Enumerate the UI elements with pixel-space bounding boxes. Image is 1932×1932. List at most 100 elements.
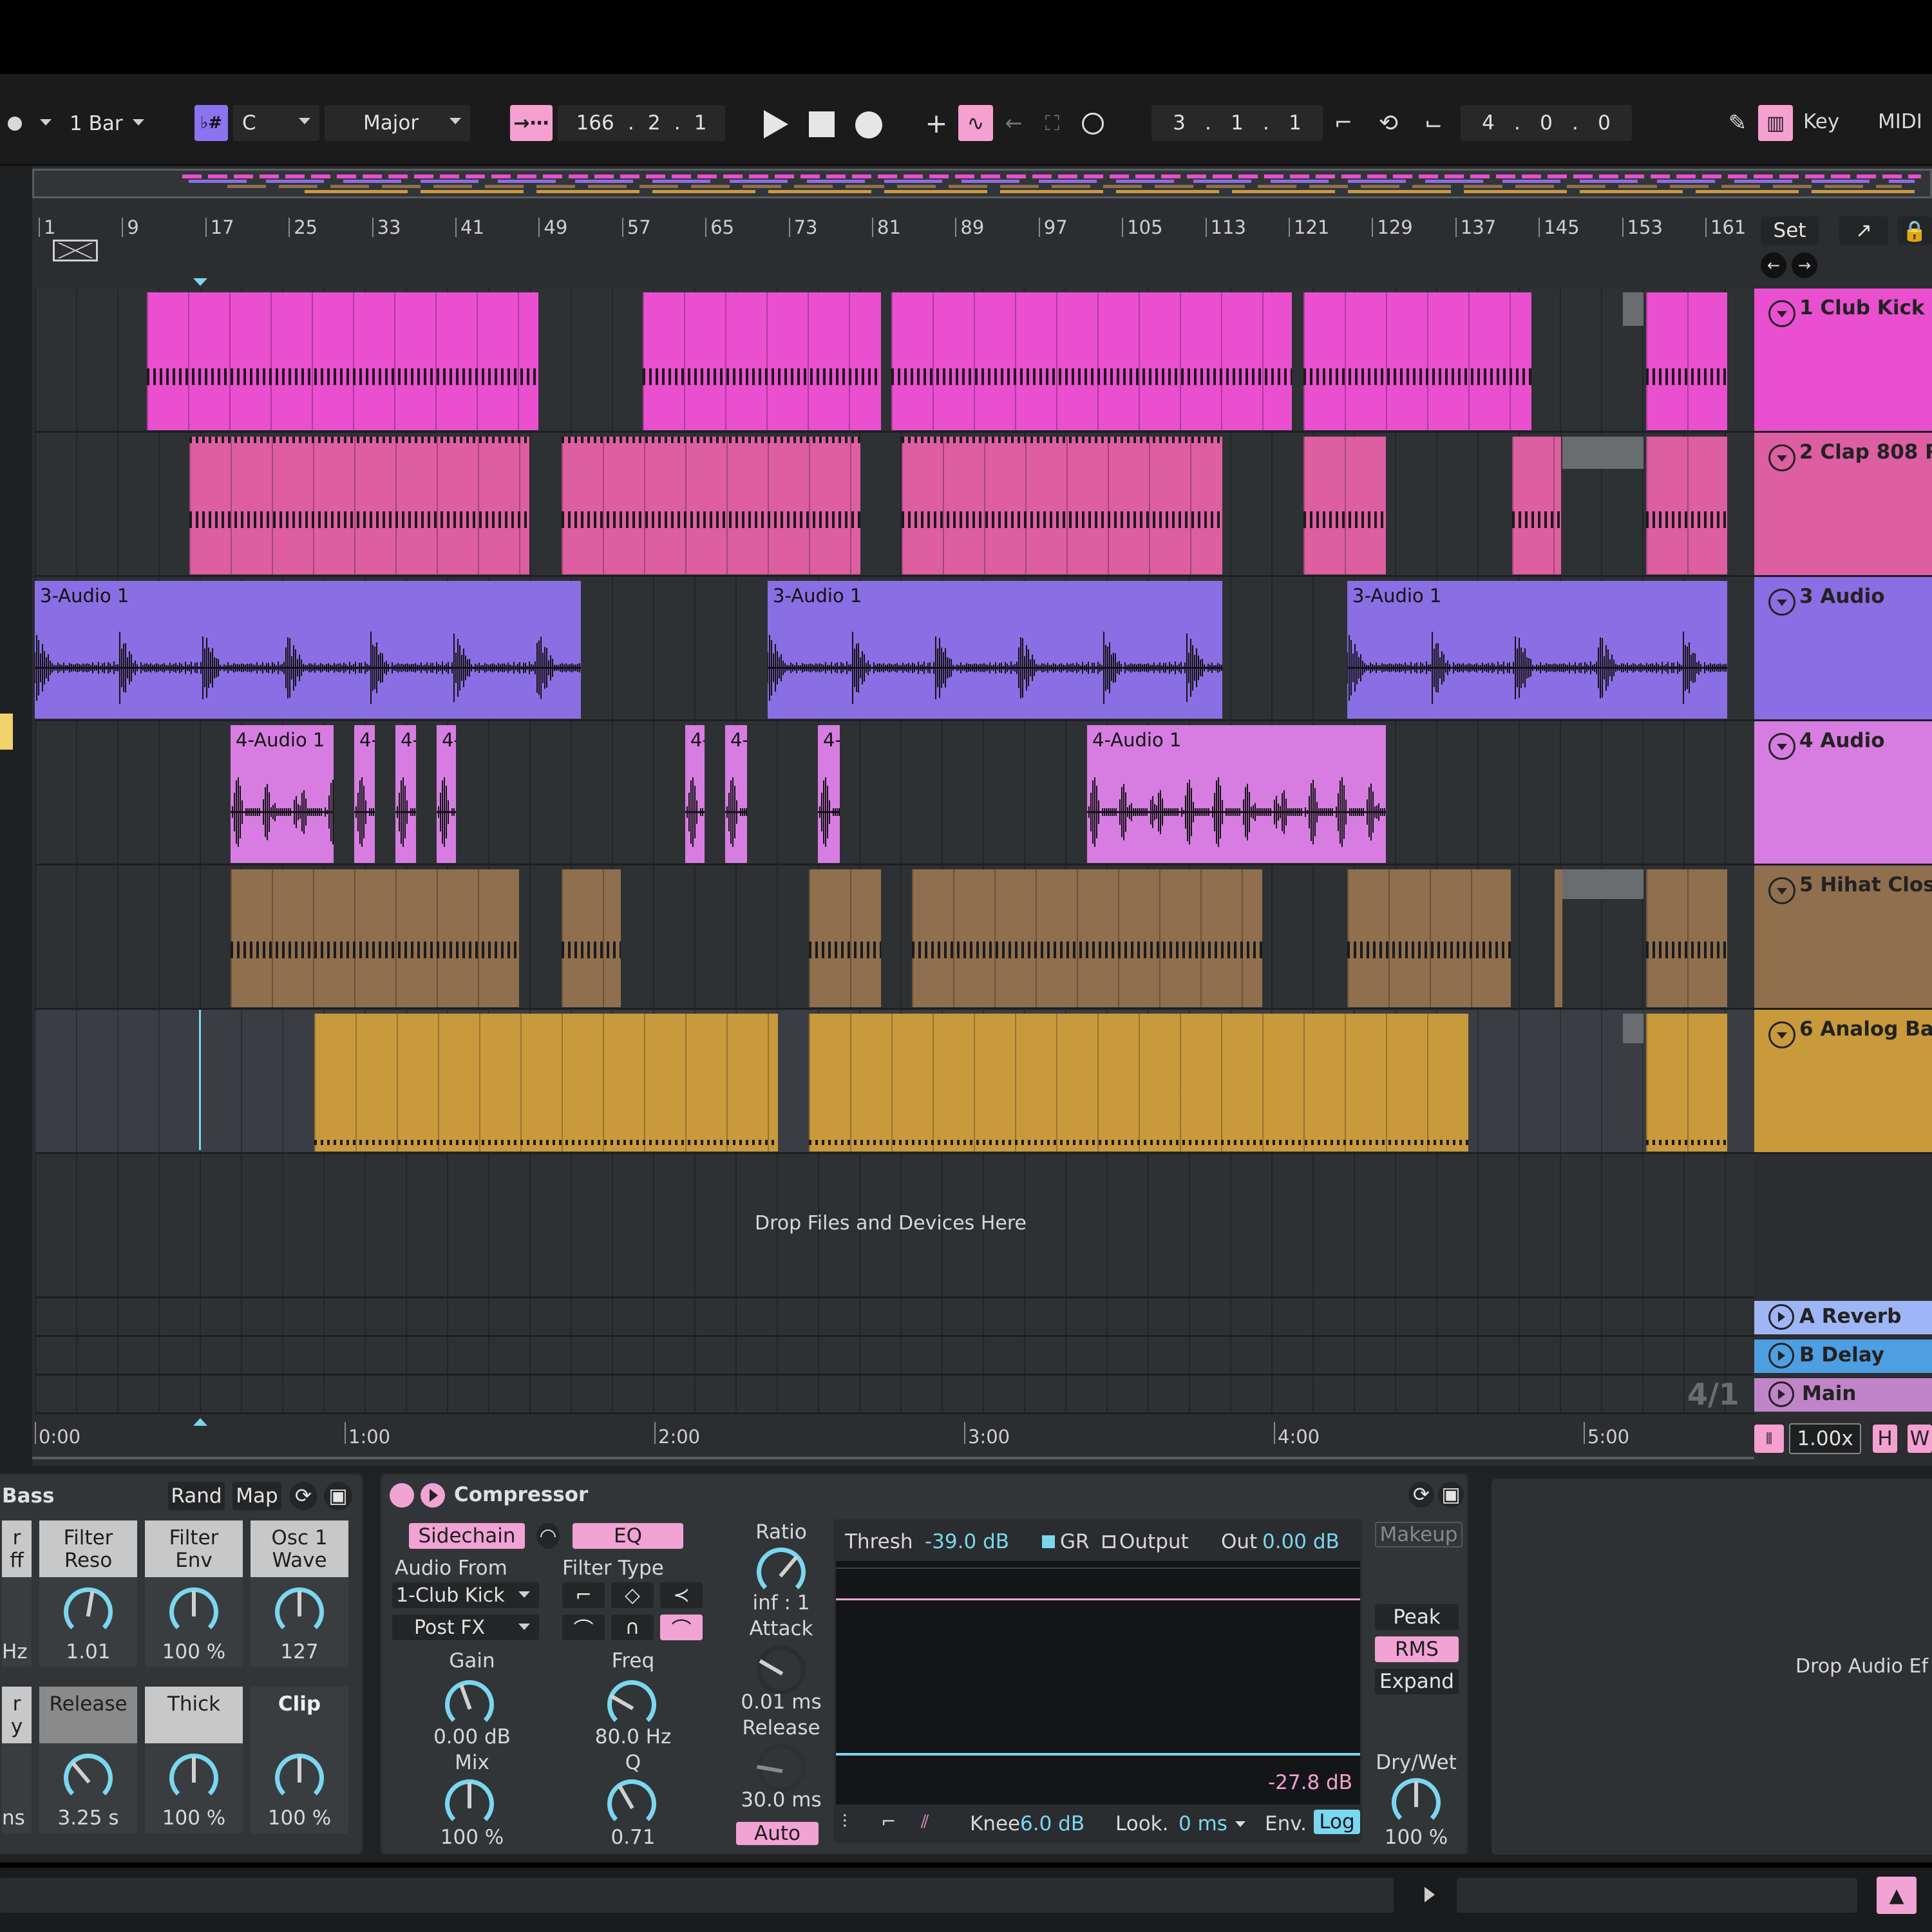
fold-icon[interactable] [1768,589,1795,616]
expand-mode-button[interactable]: Expand [1375,1669,1459,1694]
loop-length-display[interactable]: 4. 0. 0 [1461,105,1632,141]
fold-icon[interactable] [1768,877,1795,904]
midi-clip[interactable] [314,1014,778,1151]
macro-filter-env[interactable]: Filter Env 100 % [145,1520,243,1667]
track-header-3[interactable]: 3 Audio [1754,577,1932,721]
record-toggle-icon[interactable] [0,114,24,133]
lowshelf-filter-icon[interactable]: ⌒ [562,1615,605,1642]
midi-clip[interactable] [891,292,1292,430]
time-ruler[interactable]: 0:00 1:00 2:00 3:00 4:00 5:00 [32,1414,1754,1459]
clip-knob[interactable] [275,1754,324,1803]
sidechain-toggle[interactable]: Sidechain [409,1523,525,1549]
midi-clip[interactable] [1646,1014,1727,1151]
midi-clip[interactable] [1555,869,1562,1007]
midi-clip[interactable] [231,869,519,1007]
peak-mode-button[interactable]: Peak [1375,1604,1459,1630]
computer-midi-keyboard-icon[interactable]: ▥ [1758,105,1793,141]
ratio-knob[interactable] [757,1548,806,1596]
punch-out-icon[interactable]: ⌙ [1416,105,1452,141]
sharp-flat-icon[interactable]: ♭# [194,105,228,141]
waveform-zoom-icon[interactable]: ⫴ [1754,1425,1784,1453]
track-header-5[interactable]: 5 Hihat Close [1754,866,1932,1010]
midi-clip[interactable] [1303,292,1531,430]
fold-icon[interactable] [1768,1381,1794,1407]
device-power-icon[interactable] [390,1483,414,1508]
audio-clip[interactable]: 4-Audio 1 [1087,725,1386,863]
overview-strip[interactable] [32,169,1932,198]
capture-icon[interactable]: ⛶ [1038,105,1066,141]
audio-clip[interactable]: 4-Audio 1 [231,725,334,863]
set-locator-button[interactable]: Set [1761,216,1819,245]
release-knob[interactable] [64,1754,113,1803]
record-icon[interactable] [855,111,882,138]
midi-clip[interactable] [1512,437,1561,574]
gr-checkbox[interactable] [1042,1535,1055,1548]
highpass-filter-icon[interactable]: ⌐ [562,1582,605,1608]
save-icon[interactable]: ▣ [1438,1482,1464,1508]
thick-knob[interactable] [169,1754,218,1803]
audio-clip[interactable]: 4- [818,725,840,863]
transfer-display[interactable]: Thresh -39.0 dB GR Output Out 0.00 dB -2… [834,1519,1362,1843]
scale-select[interactable]: Major [325,105,470,141]
edit-icon[interactable]: ↗ [1839,216,1888,245]
macro-5[interactable]: r y ns [2,1687,32,1833]
chevron-down-icon[interactable] [40,119,52,126]
macro-filter-reso[interactable]: Filter Reso 1.01 [39,1520,137,1667]
bar-ruler[interactable]: 1 9 17 25 33 41 49 57 65 73 81 89 97 105 113 121 129 137 1… [32,204,1754,268]
filter-env-knob[interactable] [169,1587,218,1636]
add-icon[interactable]: + [922,105,951,141]
fold-icon[interactable] [1768,300,1795,327]
release-knob[interactable] [757,1743,806,1792]
q-knob[interactable] [607,1779,656,1828]
macro-osc-wave[interactable]: Osc 1 Wave 127 [251,1520,348,1667]
track-header-2[interactable]: 2 Clap 808 Re [1754,433,1932,577]
output-checkbox[interactable] [1103,1535,1115,1548]
audio-clip[interactable]: 4- [354,725,375,863]
audio-from-select[interactable]: 1-Club Kick [392,1582,539,1608]
chevron-down-icon[interactable] [1235,1821,1245,1827]
audio-clip[interactable]: 4- [395,725,416,863]
audio-clip[interactable]: 4- [685,725,705,863]
auto-release-toggle[interactable]: Auto [736,1822,819,1845]
osc-wave-knob[interactable] [275,1587,324,1636]
lowpass-filter-icon[interactable]: ⌒ [660,1615,703,1642]
disabled-clip[interactable] [1623,292,1643,326]
audio-clip[interactable]: 3-Audio 1 [1347,581,1727,719]
audio-clip[interactable]: 3-Audio 1 [768,581,1222,719]
automation-arm-icon[interactable]: ∿ [958,105,993,141]
fold-icon[interactable] [1768,1021,1795,1048]
midi-clip[interactable] [809,1014,1468,1151]
fold-icon[interactable] [1768,444,1795,471]
follow-arrow-icon[interactable]: →⋯ [510,105,553,141]
macro-clip[interactable]: Clip 100 % [251,1687,348,1833]
main-lane[interactable] [35,1376,1754,1414]
width-toggle[interactable]: W [1908,1425,1932,1453]
stop-icon[interactable] [809,111,835,137]
key-map-button[interactable]: Key [1803,110,1839,133]
disabled-clip[interactable] [1562,437,1643,469]
eq-toggle[interactable]: EQ [573,1523,683,1549]
quantize-select[interactable]: 1 Bar [63,106,153,141]
gain-knob[interactable] [445,1680,494,1729]
midi-clip[interactable] [1646,437,1727,574]
track-header-1[interactable]: 1 Club Kick [1754,289,1932,433]
midi-clip[interactable] [1347,869,1511,1007]
draw-mode-icon[interactable]: ✎ [1721,105,1754,141]
threshold-line[interactable] [836,1598,1360,1600]
main-header[interactable]: Main [1754,1378,1932,1412]
return-lane-b[interactable] [35,1337,1754,1376]
macro-1[interactable]: r ff Hz [2,1520,32,1667]
device-play-icon[interactable] [421,1483,445,1508]
next-locator-icon[interactable]: → [1792,252,1817,278]
mix-knob[interactable] [445,1779,494,1828]
peak-filter-icon[interactable]: ∩ [611,1615,654,1640]
disabled-clip[interactable] [1562,869,1643,899]
fold-icon[interactable] [1768,733,1795,760]
freq-knob[interactable] [607,1680,656,1729]
key-select[interactable]: C [233,105,319,141]
midi-clip[interactable] [643,292,881,430]
map-button[interactable]: Map [232,1482,281,1510]
audio-clip[interactable]: 3-Audio 1 [35,581,581,719]
disabled-clip[interactable] [1623,1014,1643,1043]
toggle-drawer-icon[interactable]: ▲ [1877,1877,1917,1914]
